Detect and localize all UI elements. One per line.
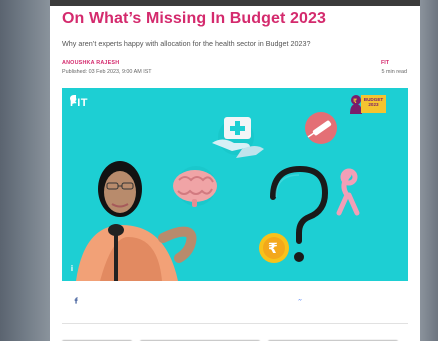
messenger-icon <box>296 296 303 304</box>
hospital-care-icon <box>212 117 264 158</box>
vaccine-icon <box>305 112 337 144</box>
published-date: Published: 03 Feb 2023, 9:00 AM IST <box>62 69 152 75</box>
whatsapp-icon <box>184 295 192 303</box>
brain-icon <box>173 166 217 207</box>
twitter-share-button[interactable]: Share <box>118 291 166 308</box>
publisher-link[interactable]: FIT <box>381 60 389 66</box>
comments-label: Comments <box>357 296 392 303</box>
telegram-icon <box>240 296 247 303</box>
awareness-ribbon-icon <box>336 168 360 216</box>
hero-illustration: ₹ <box>70 95 360 281</box>
twitter-share-label: Share <box>138 296 157 303</box>
facebook-icon <box>71 295 80 304</box>
budget-badge-text: BUDGET 2023 <box>361 95 386 113</box>
whatsapp-share-label: Share <box>194 296 213 303</box>
svg-text:₹: ₹ <box>353 98 357 105</box>
speaker-photo <box>76 161 197 281</box>
content-divider <box>62 323 408 324</box>
share-bar: Share Share Share Share Share Comments <box>62 291 408 308</box>
left-backdrop <box>0 0 50 341</box>
comments-button[interactable]: Comments <box>340 291 398 308</box>
facebook-share-label: Share <box>82 296 101 303</box>
twitter-icon <box>128 296 136 303</box>
telegram-share-label: Share <box>250 296 269 303</box>
author-link[interactable]: ANOUSHKA RAJESH <box>62 60 119 66</box>
article-subtitle: Why aren’t experts happy with allocation… <box>62 39 311 48</box>
rupee-coin-icon: ₹ <box>259 233 289 263</box>
hero-image: ₹ FIT ₹ BUDGET 2023 i <box>62 88 408 281</box>
telegram-share-button[interactable]: Share <box>230 291 278 308</box>
article-page: On What’s Missing In Budget 2023 Why are… <box>50 6 420 341</box>
messenger-share-label: Share <box>306 296 325 303</box>
read-time: 5 min read <box>381 69 407 75</box>
comment-icon <box>347 296 355 303</box>
right-backdrop <box>420 0 438 341</box>
fit-logo-text: FIT <box>70 97 88 109</box>
budget-badge: ₹ BUDGET 2023 <box>348 94 386 114</box>
facebook-share-button[interactable]: Share <box>62 291 110 308</box>
messenger-share-button[interactable]: Share <box>286 291 334 308</box>
whatsapp-share-button[interactable]: Share <box>174 291 222 308</box>
image-info-button[interactable]: i <box>67 264 77 274</box>
svg-text:₹: ₹ <box>268 241 278 257</box>
article-title: On What’s Missing In Budget 2023 <box>62 10 326 27</box>
